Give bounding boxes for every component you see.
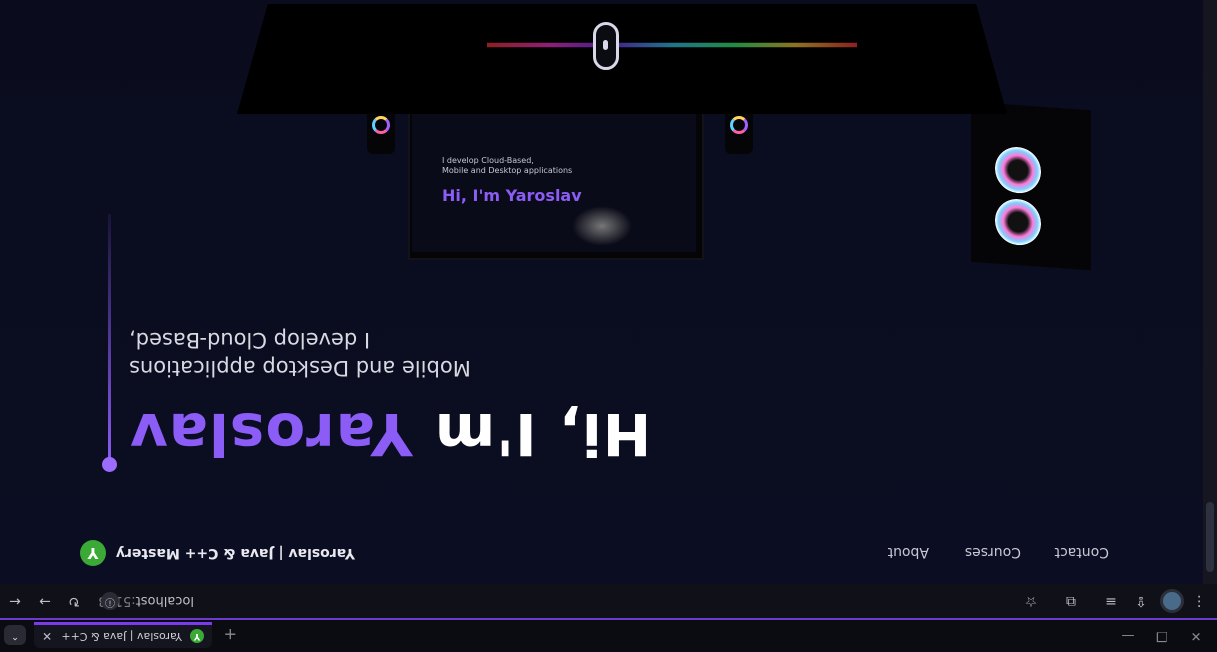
share-icon[interactable]: ⇪: [1131, 593, 1151, 609]
site-navbar: Contact Courses About Yaroslav | Java & …: [0, 518, 1203, 584]
mini-heading-prefix: Hi, I'm: [442, 186, 506, 205]
profile-avatar[interactable]: [1160, 589, 1184, 613]
monitor: Hi, I'm Yaroslav I develop Cloud-Based, …: [408, 92, 704, 260]
url-host: localhost: [135, 593, 194, 608]
hero-heading-accent: Yaroslav: [129, 400, 413, 468]
browser-tab-active[interactable]: Y Yaroslav | Java & C++ Mastery ✕: [34, 622, 212, 648]
desk-3d-scene: Hi, I'm Yaroslav I develop Cloud-Based, …: [237, 0, 1091, 324]
hero-accent-dot: [102, 457, 117, 472]
speaker-ring-icon: [372, 116, 390, 134]
nav-link-contact[interactable]: Contact: [1055, 544, 1109, 560]
site-info-icon[interactable]: ⓘ: [101, 592, 119, 610]
reload-icon[interactable]: ↻: [64, 593, 84, 609]
mouse-wheel: [603, 40, 608, 50]
nav-link-courses[interactable]: Courses: [965, 544, 1021, 560]
brand-logo-icon: Y: [79, 540, 106, 566]
scrollbar-thumb[interactable]: [1206, 502, 1214, 572]
hero-subtitle-line1: I develop Cloud-Based,: [129, 328, 371, 352]
hero-heading: Hi, I'm Yaroslav: [129, 400, 651, 468]
mini-subtitle-line1: I develop Cloud-Based,: [442, 156, 534, 165]
site-brand[interactable]: Yaroslav | Java & C++ Mastery Y: [79, 540, 355, 566]
tab-title: Yaroslav | Java & C++ Mastery: [60, 630, 182, 643]
pc-fan-icon: [995, 145, 1041, 195]
hero-heading-prefix: Hi, I'm: [412, 400, 652, 468]
page-scrollbar[interactable]: [1203, 0, 1217, 584]
mini-heading-accent: Yaroslav: [505, 186, 582, 205]
mouse-icon: [593, 22, 619, 70]
hero-accent-line: [108, 214, 111, 464]
tab-close-icon[interactable]: ✕: [42, 630, 52, 644]
brand-name: Yaroslav | Java & C++ Mastery: [115, 545, 355, 561]
desk: [237, 4, 1007, 114]
mini-heading: Hi, I'm Yaroslav: [442, 186, 582, 205]
monitor-glow: [572, 206, 632, 246]
pc-tower: [971, 101, 1091, 271]
back-icon[interactable]: ←: [5, 593, 25, 609]
monitor-mini-screen: Hi, I'm Yaroslav I develop Cloud-Based, …: [412, 96, 696, 252]
pc-fan-icon: [995, 197, 1041, 247]
window-close-button[interactable]: ✕: [1187, 626, 1205, 644]
new-tab-button[interactable]: +: [224, 625, 237, 644]
nav-link-about[interactable]: About: [888, 544, 929, 560]
bookmark-star-icon[interactable]: ☆: [1021, 593, 1041, 609]
forward-icon[interactable]: →: [35, 593, 55, 609]
window-maximize-button[interactable]: ❐: [1153, 626, 1171, 644]
browser-menu-icon[interactable]: ⋮: [1189, 593, 1209, 609]
extensions-icon[interactable]: ⧉: [1061, 593, 1081, 609]
screenshot-rotated: ✕ ❐ — + Y Yaroslav | Java & C++ Mastery …: [0, 0, 1217, 652]
mini-subtitle-line2: Mobile and Desktop applications: [442, 166, 573, 175]
browser-toolbar: ⋮ ⇪ ≡ ⧉ ☆ localhost:5173 ⓘ ↻ → ←: [0, 584, 1217, 618]
window-minimize-button[interactable]: —: [1119, 626, 1137, 644]
tab-favicon-icon: Y: [190, 629, 204, 644]
tab-search-button[interactable]: ⌃: [4, 625, 26, 645]
reading-list-icon[interactable]: ≡: [1101, 593, 1121, 609]
page-content: Contact Courses About Yaroslav | Java & …: [0, 0, 1203, 584]
speaker-ring-icon: [730, 116, 748, 134]
browser-tab-bar: ✕ ❐ — + Y Yaroslav | Java & C++ Mastery …: [0, 618, 1217, 652]
hero-subtitle-line2: Mobile and Desktop applications: [129, 356, 471, 380]
